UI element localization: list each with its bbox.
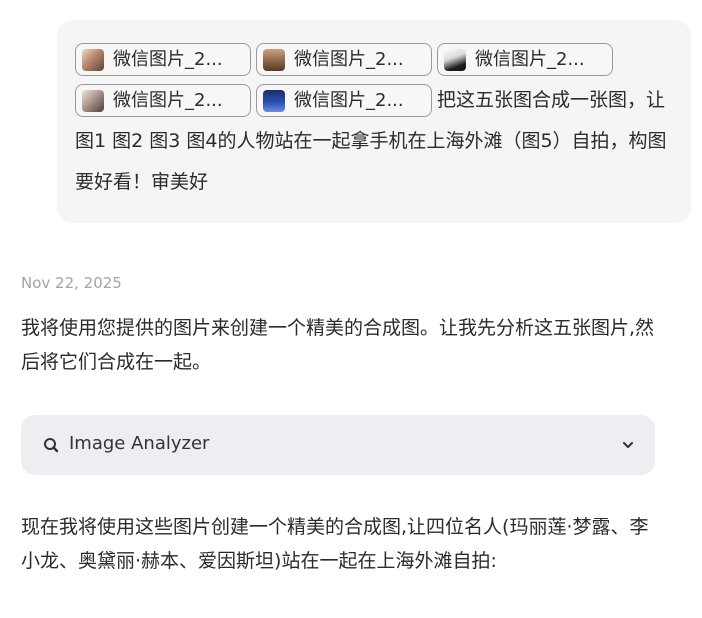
attachment-chip[interactable]: 微信图片_2... — [75, 43, 251, 76]
image-thumbnail — [263, 48, 285, 71]
attachment-name: 微信图片_2... — [475, 49, 585, 70]
search-icon — [44, 438, 59, 453]
tool-name: Image Analyzer — [69, 433, 210, 454]
image-thumbnail — [82, 89, 104, 112]
attachment-chip[interactable]: 微信图片_2... — [437, 43, 613, 76]
message-timestamp: Nov 22, 2025 — [21, 274, 122, 292]
attachment-chip[interactable]: 微信图片_2... — [256, 43, 432, 76]
assistant-message-paragraph: 现在我将使用这些图片创建一个精美的合成图,让四位名人(玛丽莲·梦露、李小龙、奥黛… — [21, 516, 649, 572]
user-message-bubble: 微信图片_2... 微信图片_2... 微信图片_2... 微信图片_2... 微信图片… — [57, 20, 691, 223]
attachment-chip[interactable]: 微信图片_2... — [75, 84, 251, 117]
assistant-message-paragraph: 我将使用您提供的图片来创建一个精美的合成图。让我先分析这五张图片,然后将它们合成… — [21, 317, 655, 373]
user-message-content: 微信图片_2... 微信图片_2... 微信图片_2... 微信图片_2... 微信图片… — [75, 39, 673, 203]
image-thumbnail — [444, 48, 466, 71]
attachment-name: 微信图片_2... — [294, 90, 404, 111]
attachment-chip[interactable]: 微信图片_2... — [256, 84, 432, 117]
attachment-name: 微信图片_2... — [113, 49, 223, 70]
attachment-name: 微信图片_2... — [113, 90, 223, 111]
tool-call-card[interactable]: Image Analyzer — [21, 415, 655, 475]
image-thumbnail — [82, 48, 104, 71]
chevron-down-icon[interactable] — [621, 438, 635, 452]
attachment-name: 微信图片_2... — [294, 49, 404, 70]
image-thumbnail — [263, 89, 285, 112]
